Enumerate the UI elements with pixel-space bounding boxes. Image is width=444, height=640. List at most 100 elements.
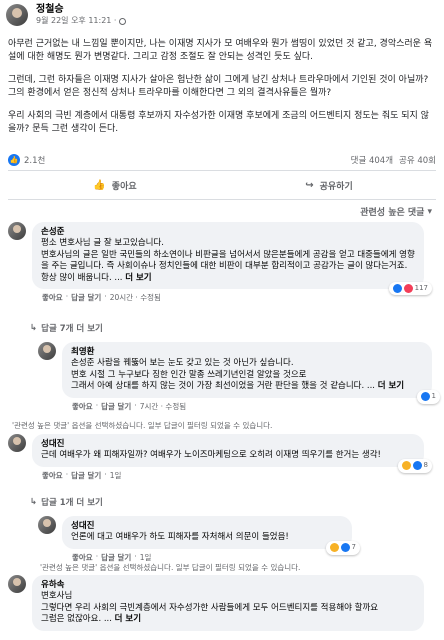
comment: 손성준 평소 변호사님 글 잘 보고있습니다. 변호사님의 글은 일반 국민들의… — [8, 222, 432, 303]
comment-like-link[interactable]: 좋아요 — [42, 292, 63, 303]
see-more-link[interactable]: 더 보기 — [378, 381, 404, 391]
comment-time[interactable]: 1일 — [140, 552, 152, 563]
reply-comment: 최영환 손성준 사람을 꿰뚫어 보는 눈도 갖고 있는 것 아닌가 싶습니다. … — [38, 342, 440, 412]
divider — [8, 170, 436, 171]
commenter-avatar[interactable] — [38, 342, 56, 360]
author-block: 정철승 9월 22일 오후 11:21 · — [36, 4, 127, 26]
like-label: 좋아요 — [111, 181, 137, 192]
comment-reply-link[interactable]: 답글 달기 — [71, 470, 101, 481]
view-more-replies-label: 답글 1개 더 보기 — [41, 498, 103, 508]
comment-bubble: 손성준 평소 변호사님 글 잘 보고있습니다. 변호사님의 글은 일반 국민들의… — [32, 222, 432, 295]
comment-line: 항상 많이 배웁니다. ... 더 보기 — [41, 273, 415, 285]
comment-time[interactable]: 7시간 · 수정됨 — [140, 401, 186, 412]
view-more-replies[interactable]: ↳ 답글 7개 더 보기 — [30, 322, 103, 334]
like-reaction-icon — [420, 392, 430, 402]
comment-time[interactable]: 1일 — [110, 470, 122, 481]
like-button[interactable]: 👍 좋아요 — [8, 173, 222, 197]
author-name[interactable]: 정철승 — [36, 4, 126, 16]
comment-line: 언론에 대고 여배우가 하도 피해자를 자처해서 의문이 들었음! — [71, 532, 289, 542]
comment-line: 근데 여배우가 왜 피해자일까? 여배우가 노이즈마케팅으로 오히려 이재명 띄… — [41, 450, 381, 460]
comment-like-link[interactable]: 좋아요 — [72, 552, 93, 563]
reaction-badge[interactable]: 7 — [325, 541, 360, 555]
post-stats: 👍 2.1천 댓글 404개 공유 40회 — [8, 153, 436, 167]
post-actions: 👍 좋아요 ↪ 공유하기 — [8, 173, 436, 197]
post-paragraph: 우리 사회의 극빈 계층에서 대통령 후보까지 자수성가한 이재명 후보에게 조… — [8, 111, 429, 134]
share-button[interactable]: ↪ 공유하기 — [222, 173, 436, 197]
haha-reaction-icon — [329, 543, 339, 553]
comment-reply-link[interactable]: 답글 달기 — [71, 292, 101, 303]
comment-bubble: 성대진 근데 여배우가 왜 피해자일까? 여배우가 노이즈마케팅으로 오히려 이… — [32, 434, 432, 473]
comment-meta: 좋아요 · 답글 달기 · 7시간 · 수정됨 — [72, 400, 187, 412]
post-body: 아무런 근거없는 내 느낌일 뿐이지만, 나는 이재명 지사가 모 여배우와 뭔… — [8, 38, 436, 146]
author-avatar[interactable] — [6, 4, 28, 26]
haha-reaction-icon — [401, 461, 411, 471]
reply-arrow-icon: ↳ — [30, 497, 38, 507]
comment: 성대진 근데 여배우가 왜 피해자일까? 여배우가 노이즈마케팅으로 오히려 이… — [8, 434, 432, 481]
like-reaction-icon: 👍 — [8, 154, 20, 166]
thumbs-up-icon: 👍 — [93, 179, 106, 191]
filter-notice-text: '관련성 높은 댓글' 옵션을 선택하셨습니다. 일부 답글이 필터링 되었을 … — [40, 563, 301, 572]
reaction-count: 1 — [431, 392, 436, 400]
commenter-avatar[interactable] — [8, 434, 26, 452]
reaction-badge[interactable]: 1 — [416, 390, 440, 404]
comment-text: 항상 많이 배웁니다. ... — [41, 272, 126, 283]
see-more-link[interactable]: 더 보기 — [125, 273, 151, 283]
post-timestamp[interactable]: 9월 22일 오후 11:21 · — [36, 16, 116, 26]
comment-text: 그래서 아예 상대를 하지 않는 것이 가장 최선이었을 거란 판단을 했을 것… — [71, 381, 378, 391]
commenter-avatar[interactable] — [38, 516, 56, 534]
engagement-counts: 댓글 404개 공유 40회 — [351, 154, 436, 166]
commenter-name[interactable]: 성대진 — [41, 439, 415, 450]
post-paragraph: 그런데, 그런 하자들은 이재명 지사가 살아온 험난한 삶이 그에게 남긴 상… — [8, 75, 429, 98]
likes-count[interactable]: 2.1천 — [24, 154, 45, 166]
filter-notice: '관련성 높은 댓글' 옵션을 선택하셨습니다. 일부 답글이 필터링 되었을 … — [40, 562, 300, 573]
post-header: 정철승 9월 22일 오후 11:21 · — [6, 2, 127, 28]
commenter-name[interactable]: 유하속 — [41, 580, 415, 591]
commenter-name[interactable]: 성대진 — [71, 521, 343, 532]
likes-summary[interactable]: 👍 2.1천 — [8, 154, 45, 166]
commenter-avatar[interactable] — [8, 222, 26, 240]
post-paragraph: 아무런 근거없는 내 느낌일 뿐이지만, 나는 이재명 지사가 모 여배우와 뭔… — [8, 39, 433, 62]
chevron-down-icon: ▾ — [427, 206, 432, 217]
see-more-link[interactable]: 더 보기 — [115, 614, 141, 624]
reaction-badge[interactable]: 8 — [397, 459, 432, 473]
comment-line: 그럼은 없잖아요. ... 더 보기 — [41, 614, 415, 626]
divider — [8, 199, 436, 200]
view-more-replies[interactable]: ↳ 답글 1개 더 보기 — [30, 496, 103, 508]
comment-meta: 좋아요 · 답글 달기 · 1일 — [42, 469, 122, 481]
reply-comment: 성대진 언론에 대고 여배우가 하도 피해자를 자처해서 의문이 들었음! 7 … — [38, 516, 360, 563]
comment-like-link[interactable]: 좋아요 — [72, 401, 93, 412]
reply-arrow-icon: ↳ — [30, 323, 38, 333]
post-meta: 9월 22일 오후 11:21 · — [36, 16, 127, 26]
globe-icon — [119, 17, 127, 25]
comment-sort-dropdown[interactable]: 관련성 높은 댓글 ▾ — [360, 205, 432, 219]
filter-notice: '관련성 높은 댓글' 옵션을 선택하셨습니다. 일부 답글이 필터링 되었을 … — [12, 420, 272, 431]
filter-notice-text: '관련성 높은 댓글' 옵션을 선택하셨습니다. 일부 답글이 필터링 되었을 … — [12, 421, 273, 430]
like-reaction-icon — [392, 283, 402, 293]
comment-line: 변호사님의 글은 일반 국민들의 하소연이나 비판글을 넘어서서 많은분들에게 … — [41, 249, 415, 272]
commenter-name[interactable]: 손성준 — [41, 227, 415, 238]
comment-like-link[interactable]: 좋아요 — [42, 470, 63, 481]
comment-meta: 좋아요 · 답글 달기 · 1일 — [72, 551, 152, 563]
shares-count[interactable]: 공유 40회 — [399, 154, 436, 166]
comments-count[interactable]: 댓글 404개 — [351, 154, 393, 166]
comment-line: 그래서 아예 상대를 하지 않는 것이 가장 최선이었을 거란 판단을 했을 것… — [71, 381, 423, 393]
comment-reply-link[interactable]: 답글 달기 — [101, 552, 131, 563]
comment-reply-link[interactable]: 답글 달기 — [101, 401, 131, 412]
comment-line: 변호사님 — [41, 591, 73, 601]
sort-label: 관련성 높은 댓글 — [360, 208, 425, 218]
commenter-avatar[interactable] — [8, 575, 26, 593]
comment-line: 평소 변호사님 글 잘 보고있습니다. — [41, 238, 164, 248]
reaction-count: 7 — [351, 543, 356, 551]
share-icon: ↪ — [305, 179, 314, 191]
reaction-badge[interactable]: 117 — [388, 281, 432, 295]
comment-bubble: 유하속 변호사님 그렇다면 우리 사회의 극빈계층에서 자수성가한 사람들에게 … — [32, 575, 424, 631]
like-reaction-icon — [340, 543, 350, 553]
like-reaction-icon — [412, 461, 422, 471]
comment: 유하속 변호사님 그렇다면 우리 사회의 극빈계층에서 자수성가한 사람들에게 … — [8, 575, 424, 631]
comment-time[interactable]: 20시간 · 수정됨 — [110, 292, 161, 303]
comment-line: 손성준 사람을 꿰뚫어 보는 눈도 갖고 있는 것 아닌가 싶습니다. — [71, 358, 294, 368]
reaction-count: 117 — [414, 283, 428, 292]
love-reaction-icon — [403, 283, 413, 293]
commenter-name[interactable]: 최영환 — [71, 347, 423, 358]
share-label: 공유하기 — [319, 181, 353, 192]
